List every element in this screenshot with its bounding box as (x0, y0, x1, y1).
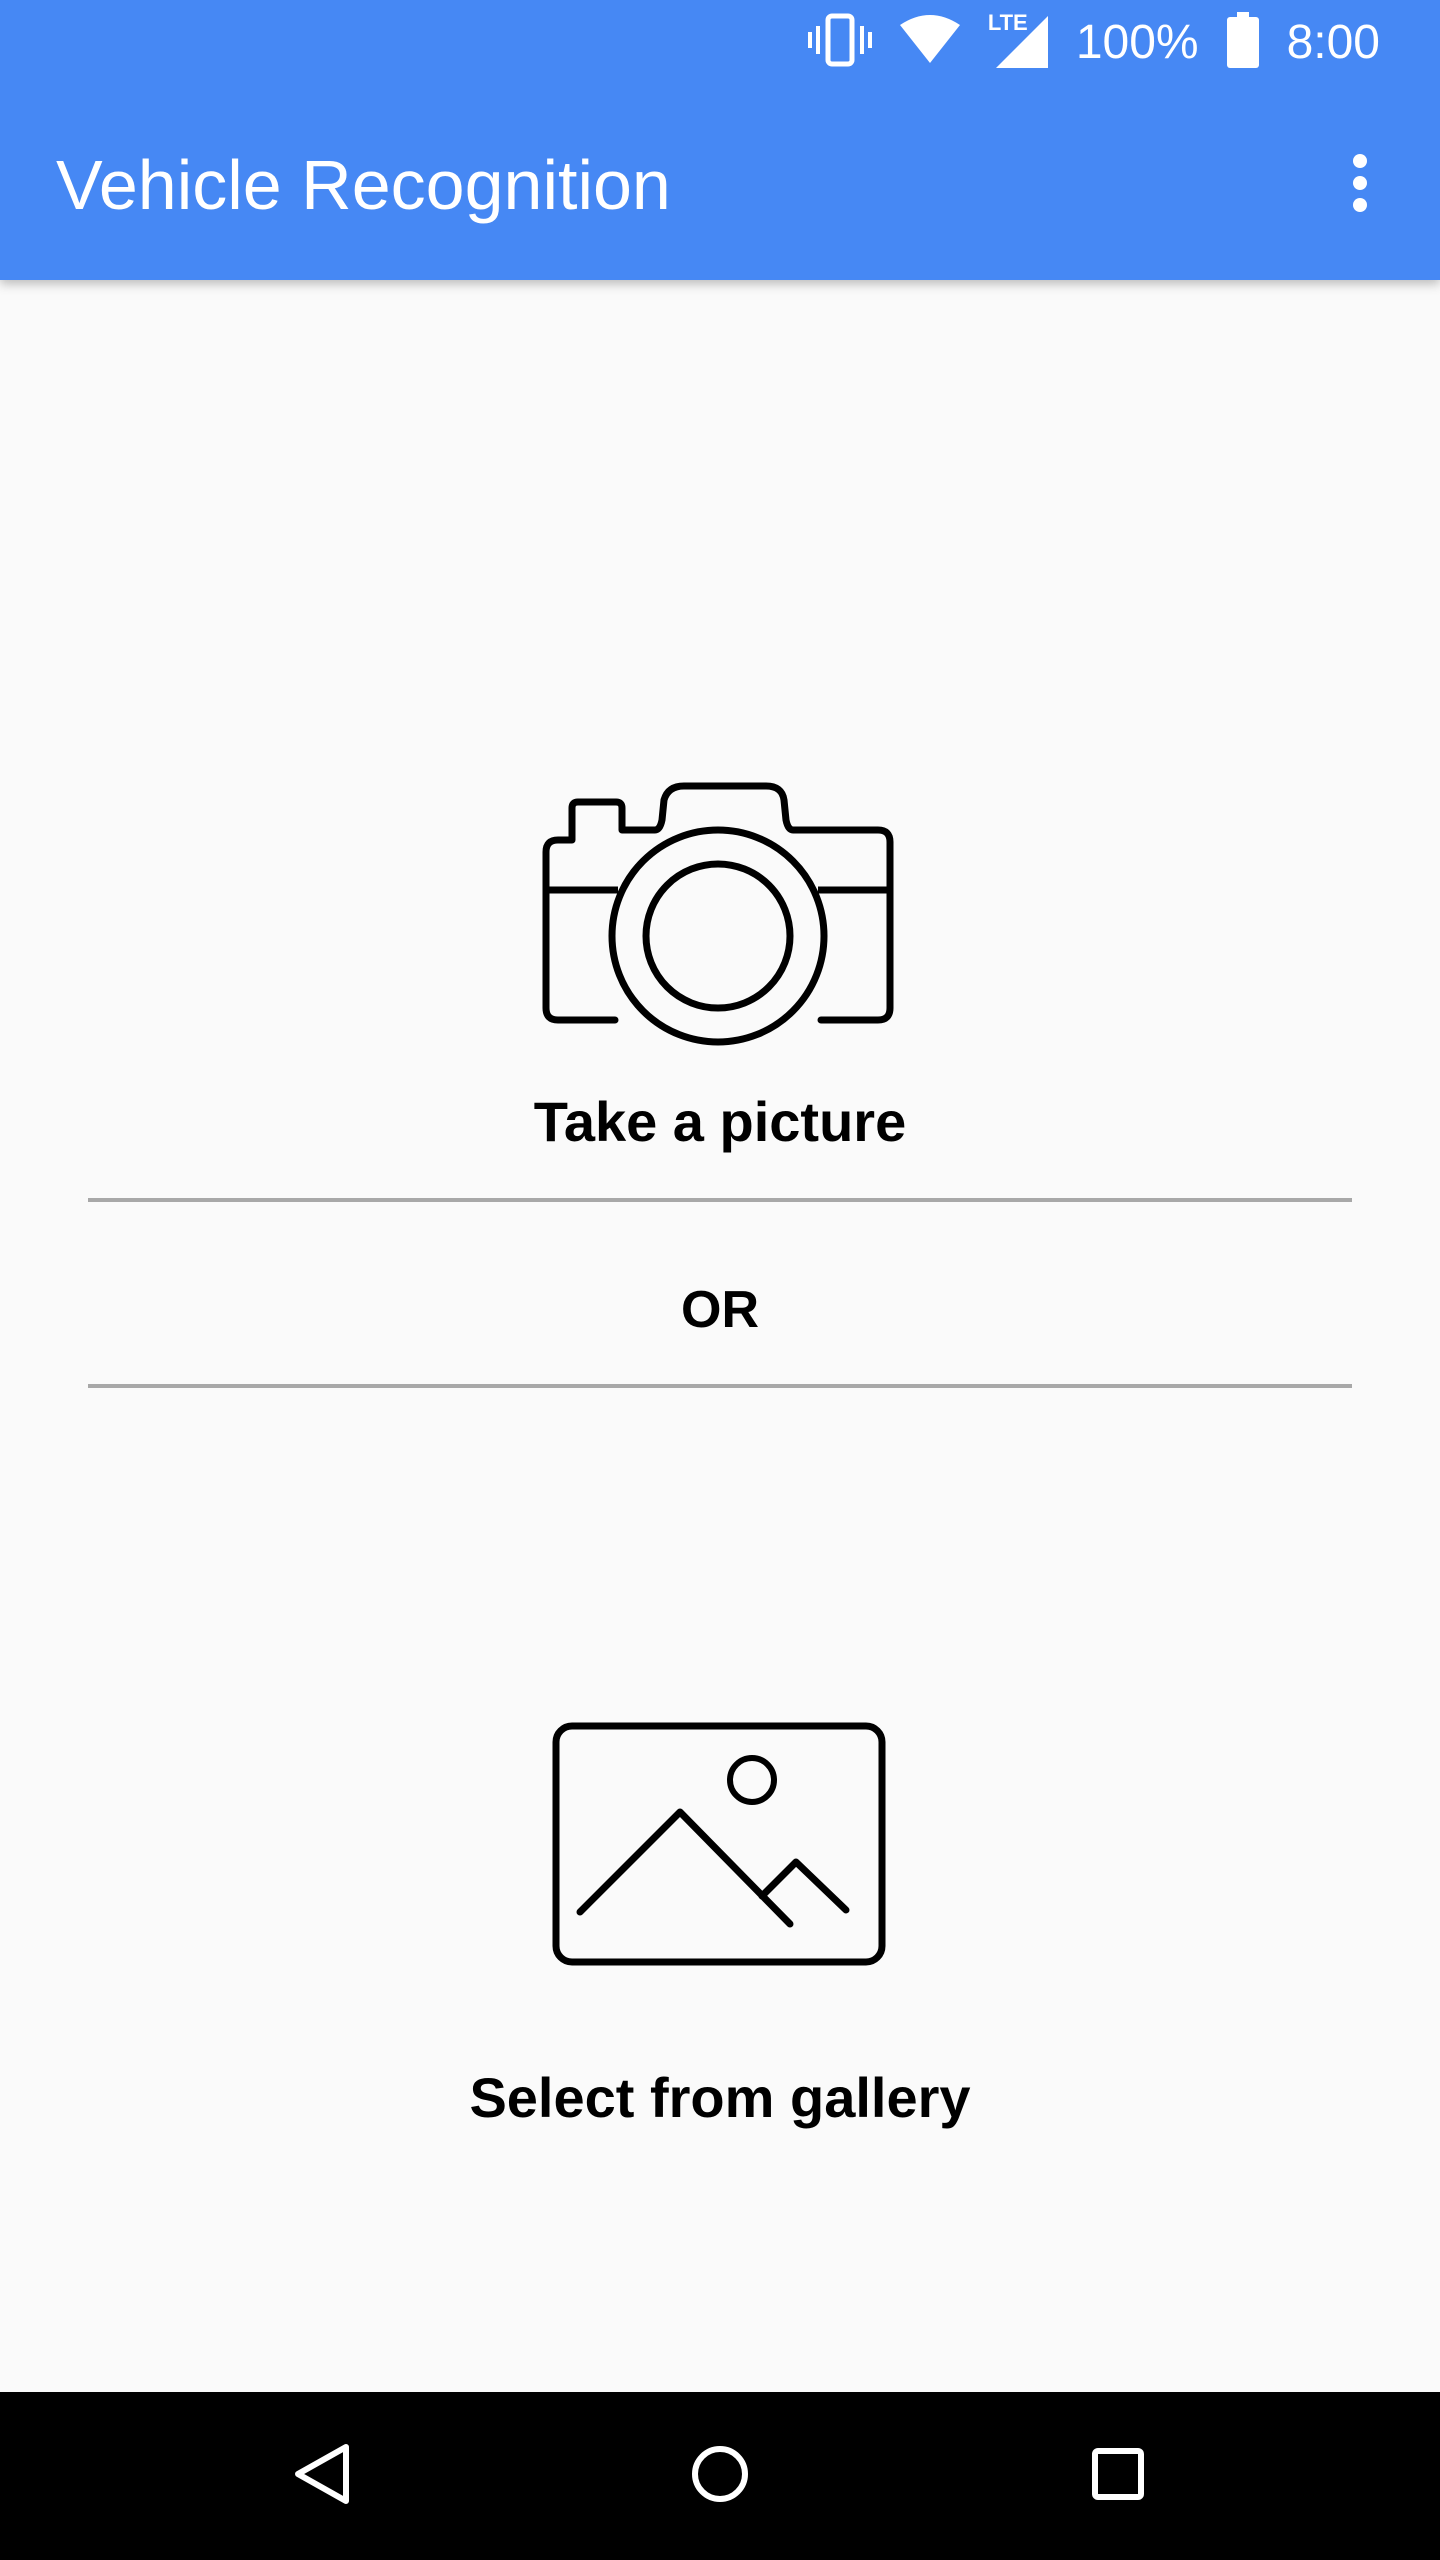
screen: LTE 100% 8:00 Vehicle Recognition Take a… (0, 0, 1440, 2560)
back-button[interactable] (272, 2426, 372, 2526)
image-icon (550, 1720, 890, 1975)
main-content: Take a picture OR Select from gallery (0, 280, 1440, 2392)
status-icons: LTE 100% 8:00 (807, 0, 1380, 84)
home-icon (690, 2444, 750, 2509)
take-picture-label: Take a picture (533, 1090, 907, 1153)
battery-percent: 100% (1075, 15, 1199, 69)
battery-icon (1226, 11, 1259, 73)
status-bar: LTE 100% 8:00 (0, 0, 1440, 84)
overflow-menu-button[interactable] (1320, 140, 1400, 230)
select-gallery-option[interactable]: Select from gallery (0, 1430, 1440, 2130)
vibrate-icon (807, 12, 872, 73)
divider-top (88, 1198, 1352, 1202)
camera-icon (540, 780, 900, 1065)
top-bar: LTE 100% 8:00 Vehicle Recognition (0, 0, 1440, 280)
app-title: Vehicle Recognition (56, 146, 671, 224)
lte-signal-icon: LTE (988, 10, 1048, 70)
recents-button[interactable] (1068, 2426, 1168, 2526)
recents-icon (1090, 2446, 1146, 2507)
divider-bottom (88, 1384, 1352, 1388)
take-picture-option[interactable]: Take a picture (0, 780, 1440, 1154)
home-button[interactable] (670, 2426, 770, 2526)
navigation-bar (0, 2392, 1440, 2560)
or-separator: OR (681, 1281, 759, 1339)
more-vert-icon (1350, 153, 1370, 218)
wifi-icon (899, 14, 960, 70)
status-time: 8:00 (1286, 15, 1380, 69)
back-icon (292, 2441, 352, 2512)
select-gallery-label: Select from gallery (469, 2066, 971, 2129)
